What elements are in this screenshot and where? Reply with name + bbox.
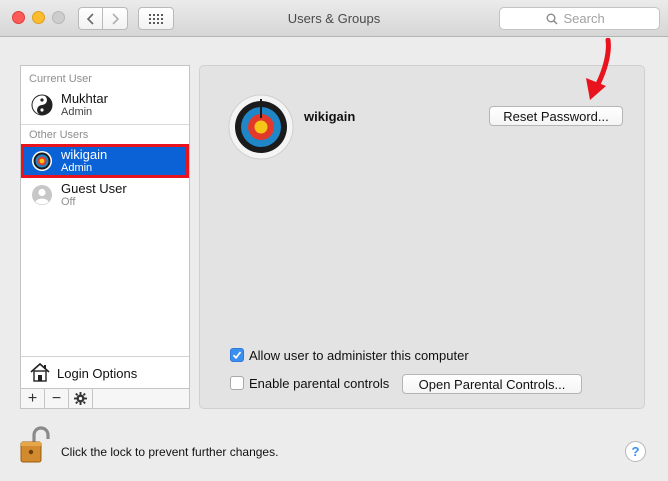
- annotation-arrow-icon: [586, 38, 611, 100]
- user-detail-pane: wikigain Reset Password... Allow user to…: [199, 65, 645, 409]
- user-row-mukhtar[interactable]: Mukhtar Admin: [21, 88, 189, 122]
- remove-user-button[interactable]: −: [45, 389, 69, 408]
- add-user-button[interactable]: +: [21, 389, 45, 408]
- list-toolbar: + −: [21, 388, 189, 408]
- unlocked-lock-icon[interactable]: [18, 425, 50, 465]
- parental-controls-checkbox[interactable]: [230, 376, 244, 390]
- section-divider: [21, 124, 189, 125]
- other-users-heading: Other Users: [29, 129, 89, 141]
- allow-admin-label: Allow user to administer this computer: [249, 347, 469, 363]
- checkmark-icon: [232, 351, 242, 360]
- allow-admin-row[interactable]: Allow user to administer this computer: [230, 347, 469, 363]
- gear-icon: [74, 392, 87, 405]
- user-row-wikigain[interactable]: wikigain Admin: [21, 144, 189, 178]
- target-icon: [32, 151, 52, 171]
- title-bar: Users & Groups: [0, 0, 668, 37]
- open-parental-controls-button[interactable]: Open Parental Controls...: [402, 374, 582, 394]
- reset-password-button[interactable]: Reset Password...: [489, 106, 623, 126]
- action-menu-button[interactable]: [69, 389, 93, 408]
- user-name: Guest User: [61, 181, 127, 196]
- yin-yang-icon: [31, 94, 53, 116]
- search-input[interactable]: [563, 11, 614, 26]
- user-name: Mukhtar: [61, 91, 108, 106]
- user-list: Current User Mukhtar Admin Other Users w…: [20, 65, 190, 409]
- lock-message: Click the lock to prevent further change…: [61, 445, 279, 459]
- help-button[interactable]: ?: [625, 441, 646, 462]
- user-name: wikigain: [61, 147, 108, 162]
- user-role: Admin: [61, 162, 93, 174]
- user-role: Admin: [61, 106, 93, 118]
- allow-admin-checkbox[interactable]: [230, 348, 244, 362]
- parental-controls-row[interactable]: Enable parental controls: [230, 375, 389, 391]
- user-row-guest[interactable]: Guest User Off: [21, 178, 189, 212]
- selected-user-name: wikigain: [304, 109, 356, 124]
- user-role: Off: [61, 196, 76, 208]
- person-silhouette-icon: [32, 185, 52, 205]
- current-user-heading: Current User: [29, 73, 92, 85]
- search-icon: [546, 13, 558, 25]
- login-options-label: Login Options: [57, 366, 138, 381]
- parental-controls-label: Enable parental controls: [249, 375, 390, 391]
- login-options-item[interactable]: Login Options: [21, 356, 189, 388]
- search-field[interactable]: [499, 7, 660, 30]
- house-icon: [30, 362, 50, 382]
- target-icon[interactable]: [228, 94, 294, 160]
